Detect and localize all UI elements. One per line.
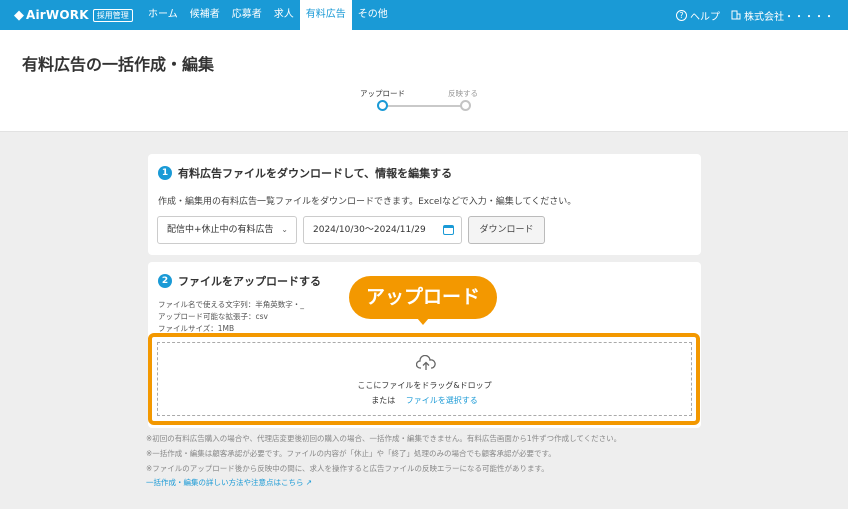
note-approval: ※一括作成・編集は顧客承認が必要です。ファイルの内容が「休止」や「終了」処理のみ… (146, 449, 556, 458)
calendar-icon[interactable] (443, 225, 454, 235)
chevron-down-icon: ⌄ (281, 225, 288, 234)
step-number-badge: 2 (158, 274, 172, 288)
nav-item-home[interactable]: ホーム (142, 0, 184, 30)
or-text: または (371, 396, 396, 405)
building-icon (731, 10, 741, 20)
page-header: 有料広告の一括作成・編集 アップロード 反映する (0, 30, 848, 132)
nav-item-candidates[interactable]: 候補者 (184, 0, 226, 30)
ad-status-select[interactable]: 配信中+休止中の有料広告 ⌄ (157, 216, 297, 244)
company-name: 株式会社・・・・・ (744, 11, 834, 23)
upload-card-title: ファイルをアップロードする (178, 275, 321, 288)
download-card-header: 1 有料広告ファイルをダウンロードして、情報を編集する (158, 165, 452, 181)
download-button[interactable]: ダウンロード (468, 216, 545, 244)
step-dot-current (377, 100, 388, 111)
upload-callout: アップロード (349, 276, 497, 319)
nav-item-paid-ads[interactable]: 有料広告 (299, 0, 352, 30)
stepper-line (386, 105, 464, 107)
cloud-upload-icon (416, 355, 436, 370)
note-first-purchase: ※初回の有料広告購入の場合や、代理店変更後初回の購入の場合、一括作成・編集できま… (146, 434, 622, 443)
spec-extension: アップロード可能な拡張子：csv (158, 312, 268, 321)
airwork-logo[interactable]: ◆ AirWORK 採用管理 (14, 7, 133, 23)
download-card-title: 有料広告ファイルをダウンロードして、情報を編集する (178, 167, 453, 180)
note-reflection-error: ※ファイルのアップロード後から反映中の間に、求人を操作すると広告ファイルの反映エ… (146, 464, 549, 473)
nav-item-other[interactable]: その他 (352, 0, 394, 30)
select-file-link[interactable]: ファイルを選択する (406, 396, 478, 405)
question-icon: ? (676, 9, 687, 21)
top-navigation-bar: ◆ AirWORK 採用管理 ホーム 候補者 応募者 求人 有料広告 その他 ?… (0, 0, 848, 30)
logo-icon: ◆ (14, 7, 24, 23)
bulk-edit-help-link[interactable]: 一括作成・編集の詳しい方法や注意点はこちら ↗ (146, 477, 312, 488)
drop-alternative: または ファイルを選択する (158, 395, 691, 406)
logo-badge: 採用管理 (92, 8, 133, 22)
nav-item-jobs[interactable]: 求人 (268, 0, 300, 30)
upload-card-header: 2 ファイルをアップロードする (158, 273, 321, 289)
spec-filename-chars: ファイル名で使える文字列：半角英数字・_ (158, 300, 305, 309)
page-title: 有料広告の一括作成・編集 (22, 55, 215, 74)
download-card: 1 有料広告ファイルをダウンロードして、情報を編集する 作成・編集用の有料広告一… (148, 154, 701, 255)
logo-text: AirWORK (26, 8, 89, 22)
ad-status-select-value: 配信中+休止中の有料広告 (167, 225, 274, 235)
date-range-input[interactable]: 2024/10/30〜2024/11/29 (303, 216, 462, 244)
drop-instruction: ここにファイルをドラッグ&ドロップ (357, 381, 492, 390)
company-menu[interactable]: 株式会社・・・・・ (731, 0, 834, 30)
nav-item-applicants[interactable]: 応募者 (226, 0, 268, 30)
external-link-icon: ↗ (305, 478, 313, 487)
step-number-badge: 1 (158, 166, 172, 180)
main-nav: ホーム 候補者 応募者 求人 有料広告 その他 (142, 0, 394, 30)
help-label: ヘルプ (690, 11, 720, 23)
callout-pointer (417, 318, 429, 325)
step-label-apply: 反映する (448, 89, 478, 98)
date-range-value: 2024/10/30〜2024/11/29 (313, 225, 426, 235)
help-link[interactable]: ? ヘルプ (676, 0, 720, 30)
download-card-description: 作成・編集用の有料広告一覧ファイルをダウンロードできます。Excelなどで入力・… (158, 197, 577, 207)
step-label-upload: アップロード (360, 89, 405, 98)
step-dot-next (460, 100, 471, 111)
file-drop-zone[interactable]: ここにファイルをドラッグ&ドロップ または ファイルを選択する (157, 342, 692, 416)
bulk-edit-help-label: 一括作成・編集の詳しい方法や注意点はこちら (146, 478, 304, 487)
